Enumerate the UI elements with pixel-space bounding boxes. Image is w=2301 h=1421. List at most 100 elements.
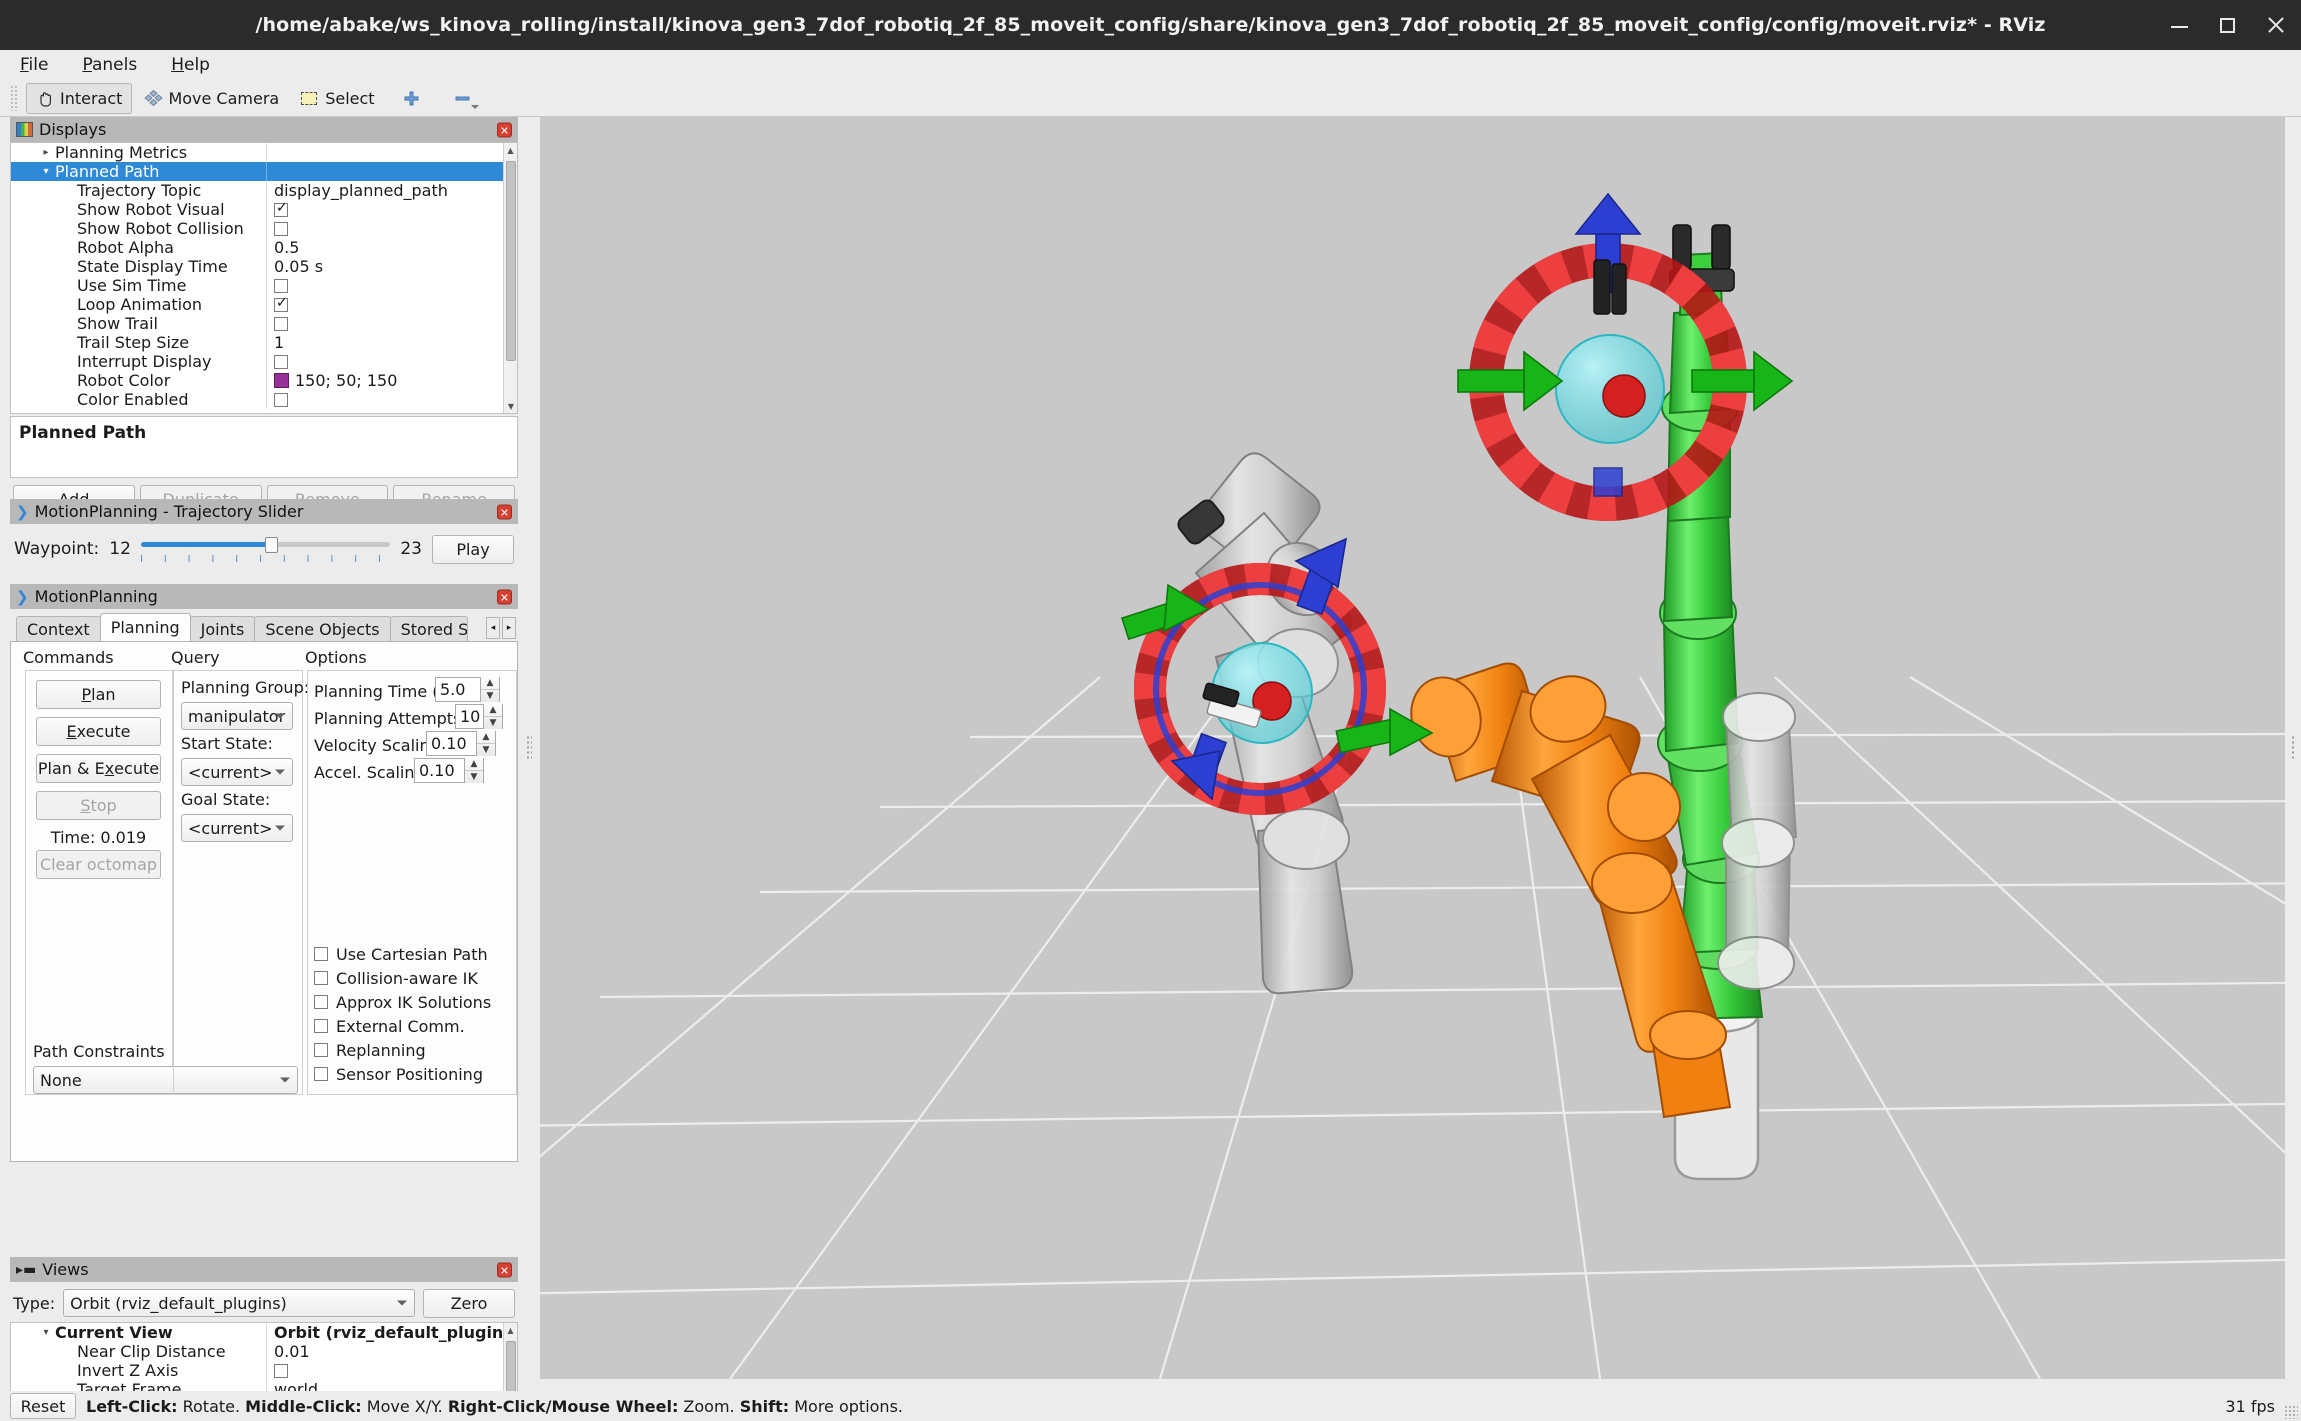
tree-row-value[interactable] <box>266 219 503 238</box>
displays-tree[interactable]: ▸ Planning Metrics ▾ Planned Path Trajectory… <box>10 142 518 414</box>
3d-render-view[interactable] <box>540 117 2285 1379</box>
close-button[interactable] <box>2265 14 2287 36</box>
tree-row-value[interactable] <box>266 143 503 162</box>
tab-scene-objects[interactable]: Scene Objects <box>254 616 391 641</box>
planning-attempts-stepper[interactable]: ▲ ▼ <box>483 704 502 729</box>
menu-file[interactable]: File <box>14 53 54 77</box>
planning-group-combo[interactable]: manipulator <box>181 702 293 730</box>
displays-scrollbar[interactable]: ▲ ▼ <box>503 143 517 413</box>
checkbox-checked[interactable] <box>274 295 288 312</box>
motion-planning-close-icon[interactable]: ✕ <box>497 589 512 604</box>
velocity-scaling-stepper[interactable]: ▲ ▼ <box>476 731 495 756</box>
views-close-icon[interactable]: ✕ <box>497 1262 512 1277</box>
tab-next-icon[interactable]: ▸ <box>502 617 516 639</box>
checkbox-unchecked[interactable] <box>314 995 328 1009</box>
right-splitter[interactable] <box>2285 117 2301 1379</box>
start-state-combo[interactable]: <current> <box>181 758 293 786</box>
tree-row-value[interactable]: 1 <box>266 333 503 352</box>
views-tree-row[interactable]: Near Clip Distance 0.01 <box>11 1342 503 1361</box>
planning-time-spinbox[interactable]: 5.0 ▲ ▼ <box>435 677 500 702</box>
tool-move-camera[interactable]: Move Camera <box>134 83 289 114</box>
planning-attempts-spinbox[interactable]: 10 ▲ ▼ <box>455 704 503 729</box>
accel-scaling-stepper[interactable]: ▲ ▼ <box>464 758 483 783</box>
tree-row-value[interactable] <box>266 314 503 333</box>
accel-scaling-spinbox[interactable]: 0.10 ▲ ▼ <box>414 758 484 783</box>
plan-button[interactable]: Plan <box>36 680 161 709</box>
checkbox-unchecked[interactable] <box>274 221 288 236</box>
displays-tree-row[interactable]: ▸ Planning Metrics <box>11 143 503 162</box>
slider-handle[interactable] <box>264 537 278 553</box>
displays-scroll-thumb[interactable] <box>506 161 516 361</box>
tab-stored-scene[interactable]: Stored Scene <box>389 616 468 641</box>
velocity-scaling-spinbox[interactable]: 0.10 ▲ ▼ <box>426 731 496 756</box>
plan-and-execute-button[interactable]: Plan & Ex ecute <box>36 754 161 783</box>
scroll-up-icon[interactable]: ▲ <box>504 143 517 157</box>
displays-tree-row[interactable]: Robot Color 150; 50; 150 <box>11 371 503 390</box>
displays-tree-row[interactable]: Interrupt Display <box>11 352 503 371</box>
clear-octomap-button[interactable]: Clear octomap <box>36 850 161 879</box>
displays-tree-row[interactable]: Loop Animation <box>11 295 503 314</box>
tree-row-value[interactable]: 0.5 <box>266 238 503 257</box>
waypoint-slider[interactable] <box>140 536 391 562</box>
scroll-up-icon[interactable]: ▲ <box>504 1323 517 1337</box>
option-checkbox-row[interactable]: Sensor Positioning <box>314 1062 514 1086</box>
tab-prev-icon[interactable]: ◂ <box>486 617 500 639</box>
checkbox-unchecked[interactable] <box>314 1067 328 1081</box>
toolbar-grip[interactable] <box>10 85 18 111</box>
minimize-button[interactable] <box>2169 14 2191 36</box>
displays-tree-row[interactable]: ▾ Planned Path <box>11 162 503 181</box>
checkbox-unchecked[interactable] <box>314 947 328 961</box>
displays-tree-row[interactable]: Trajectory Topic display_planned_path <box>11 181 503 200</box>
checkbox-unchecked[interactable] <box>274 354 288 369</box>
zero-view-button[interactable]: Zero <box>423 1288 515 1318</box>
option-checkbox-row[interactable]: Replanning <box>314 1038 514 1062</box>
displays-tree-row[interactable]: Show Robot Visual <box>11 200 503 219</box>
checkbox-checked[interactable] <box>274 200 288 217</box>
execute-button[interactable]: Execute <box>36 717 161 746</box>
views-tree-row[interactable]: ▾ Current View Orbit (rviz_default_plugins… <box>11 1323 503 1342</box>
tree-row-value[interactable] <box>266 162 503 181</box>
tool-interact[interactable]: Interact <box>26 82 133 114</box>
displays-tree-row[interactable]: Color Enabled <box>11 390 503 409</box>
displays-tree-row[interactable]: Show Robot Collision <box>11 219 503 238</box>
tree-row-value[interactable] <box>266 295 503 314</box>
tree-row-value[interactable] <box>266 1361 503 1380</box>
left-splitter[interactable] <box>518 117 540 1379</box>
scroll-down-icon[interactable]: ▼ <box>504 399 517 413</box>
goal-state-combo[interactable]: <current> <box>181 814 293 842</box>
menu-help[interactable]: Help <box>165 53 216 77</box>
displays-tree-row[interactable]: Trail Step Size 1 <box>11 333 503 352</box>
expand-twisty-icon[interactable]: ▾ <box>37 1327 55 1338</box>
displays-close-icon[interactable]: ✕ <box>497 122 512 137</box>
checkbox-unchecked[interactable] <box>274 1363 288 1378</box>
view-type-combo[interactable]: Orbit (rviz_default_plugins) <box>63 1289 415 1317</box>
planning-time-stepper[interactable]: ▲ ▼ <box>480 677 499 702</box>
checkbox-unchecked[interactable] <box>274 278 288 293</box>
tree-row-value[interactable] <box>266 200 503 219</box>
tree-row-value[interactable]: 0.01 <box>266 1342 503 1361</box>
trajectory-slider-close-icon[interactable]: ✕ <box>497 504 512 519</box>
tree-row-value[interactable]: display_planned_path <box>266 181 503 200</box>
maximize-button[interactable] <box>2217 14 2239 36</box>
checkbox-unchecked[interactable] <box>274 316 288 331</box>
tree-row-value[interactable] <box>266 390 503 409</box>
stop-button[interactable]: Stop <box>36 791 161 820</box>
reset-button[interactable]: Reset <box>10 1393 76 1419</box>
displays-tree-row[interactable]: Robot Alpha 0.5 <box>11 238 503 257</box>
play-button[interactable]: Play <box>432 534 514 564</box>
checkbox-unchecked[interactable] <box>274 392 288 407</box>
option-checkbox-row[interactable]: Collision-aware IK <box>314 966 514 990</box>
tree-row-value[interactable]: 150; 50; 150 <box>266 371 503 390</box>
expand-twisty-icon[interactable]: ▸ <box>37 147 55 158</box>
expand-twisty-icon[interactable]: ▾ <box>37 166 55 177</box>
tool-measure[interactable] <box>438 83 487 114</box>
option-checkbox-row[interactable]: Use Cartesian Path <box>314 942 514 966</box>
views-tree-row[interactable]: Invert Z Axis <box>11 1361 503 1380</box>
tree-row-value[interactable] <box>266 276 503 295</box>
tool-select[interactable]: Select <box>291 83 384 114</box>
tree-row-value[interactable]: Orbit (rviz_default_plugins) <box>266 1323 503 1342</box>
tree-row-value[interactable] <box>266 352 503 371</box>
displays-tree-row[interactable]: Show Trail <box>11 314 503 333</box>
menu-panels[interactable]: Panels <box>76 53 143 77</box>
resize-grip[interactable] <box>2284 1405 2298 1419</box>
